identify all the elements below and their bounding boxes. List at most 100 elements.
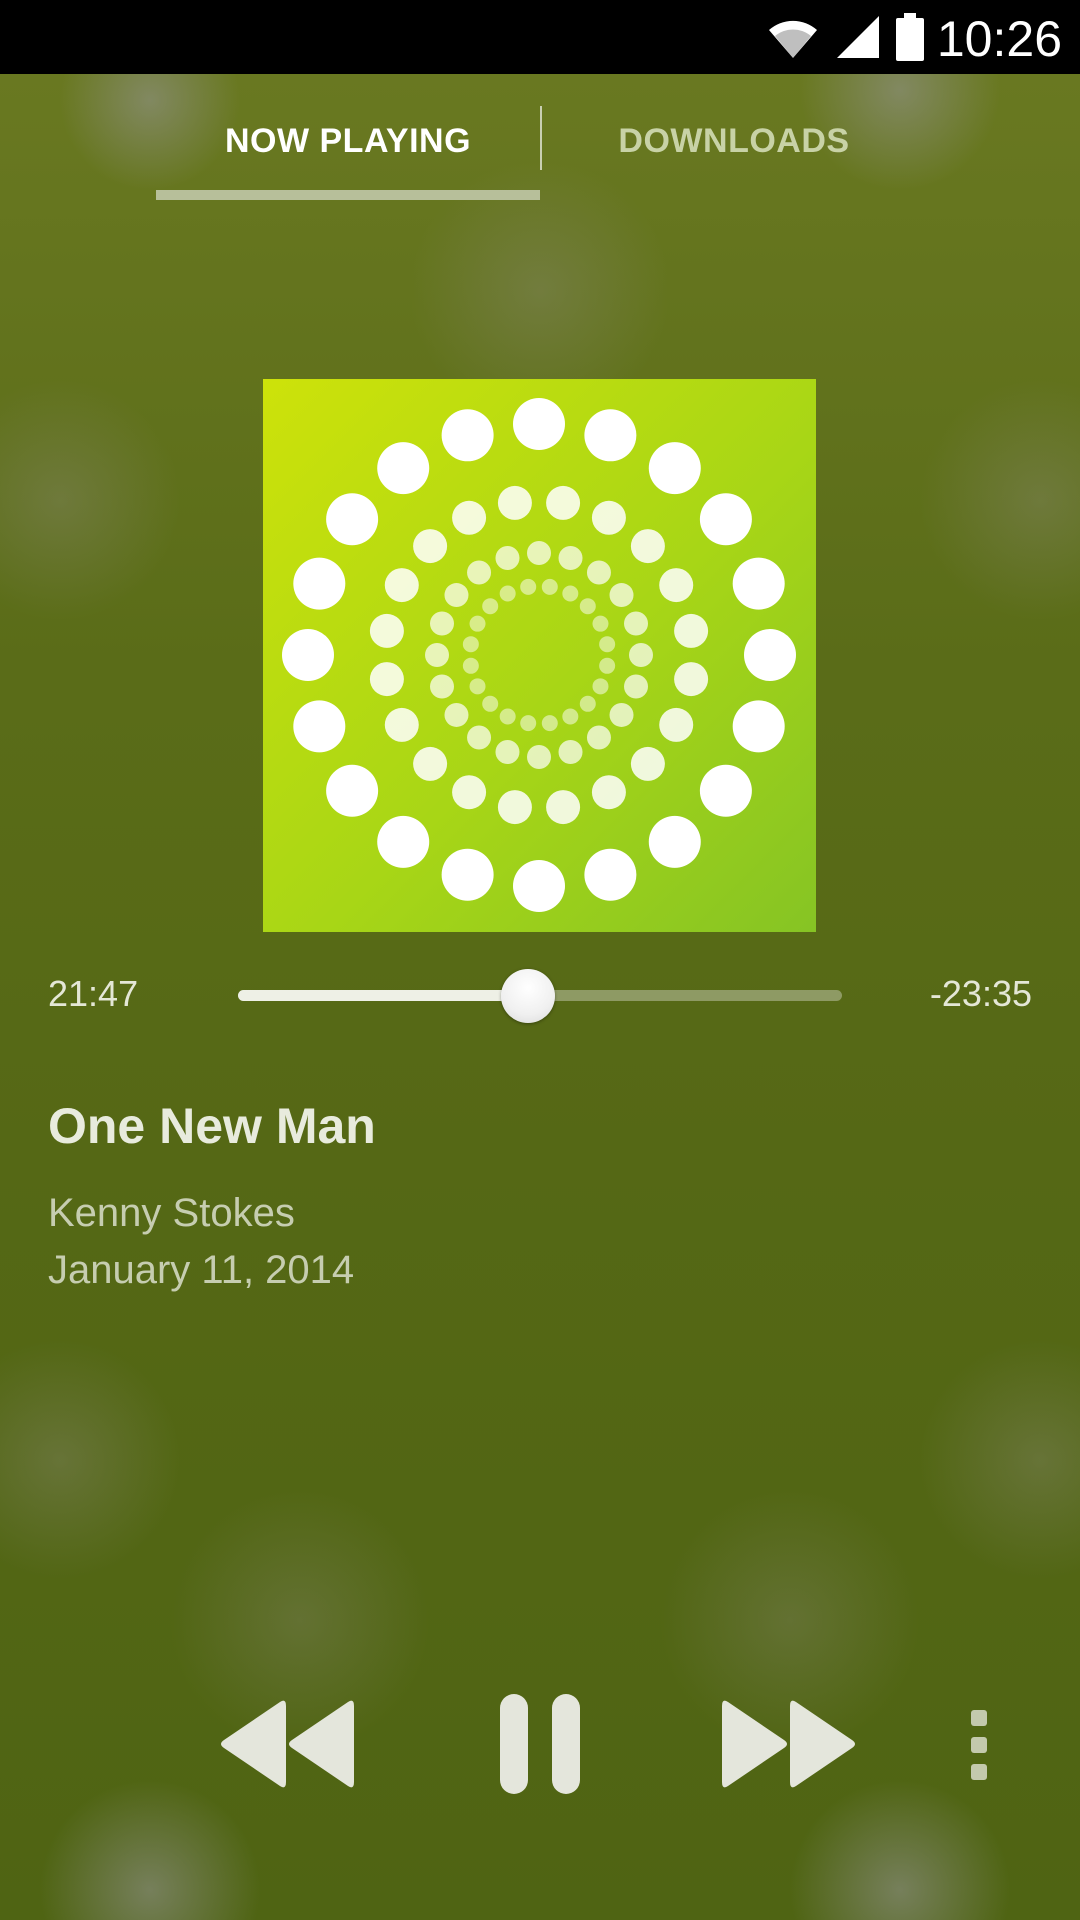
album-art-dot bbox=[495, 545, 520, 570]
album-art-dot bbox=[629, 643, 653, 667]
rewind-icon bbox=[221, 1700, 354, 1788]
cell-signal-icon bbox=[837, 16, 879, 58]
album-art-dot bbox=[384, 568, 419, 603]
album-art-dot bbox=[326, 764, 379, 817]
album-art-dot bbox=[624, 674, 649, 699]
album-art-dot bbox=[659, 707, 694, 742]
album-art-dot bbox=[541, 715, 558, 732]
album-art-dot bbox=[609, 583, 634, 608]
album-art-dot bbox=[744, 629, 796, 681]
album-art-dot bbox=[441, 848, 494, 901]
album-art-dot bbox=[732, 700, 785, 753]
status-icons bbox=[765, 12, 925, 62]
album-art-dot bbox=[541, 578, 558, 595]
album-art-dot bbox=[630, 746, 665, 781]
album-art-dot bbox=[699, 493, 752, 546]
status-time: 10:26 bbox=[936, 11, 1062, 67]
album-art-dot bbox=[648, 442, 701, 495]
status-bar: 10:26 bbox=[0, 0, 1080, 74]
album-art-dot bbox=[413, 746, 448, 781]
album-art-dot bbox=[586, 725, 611, 750]
album-art-dot bbox=[462, 657, 479, 674]
album-art-dot bbox=[467, 725, 492, 750]
album-art-dot bbox=[546, 790, 581, 825]
more-options-button[interactable] bbox=[964, 1708, 994, 1782]
album-art-dot bbox=[546, 485, 581, 520]
fast-forward-button[interactable] bbox=[722, 1696, 858, 1792]
album-art-dot bbox=[609, 702, 634, 727]
album-art-dot bbox=[413, 529, 448, 564]
album-art-dot bbox=[469, 615, 486, 632]
album-art-dot bbox=[444, 702, 469, 727]
album-art-dot bbox=[520, 715, 537, 732]
album-art-dot bbox=[377, 815, 430, 868]
album-art-dot bbox=[599, 636, 616, 653]
album-art-dot bbox=[369, 662, 404, 697]
track-date: January 11, 2014 bbox=[48, 1248, 355, 1292]
album-art-dot bbox=[659, 568, 694, 603]
album-art-dot bbox=[584, 848, 637, 901]
album-art-dot bbox=[497, 485, 532, 520]
album-art-dot bbox=[282, 629, 334, 681]
album-art-dot bbox=[495, 740, 520, 765]
blurred-background bbox=[0, 0, 1080, 1920]
fast-forward-icon bbox=[722, 1700, 855, 1788]
album-art-dot bbox=[562, 708, 579, 725]
album-art-dot bbox=[527, 541, 551, 565]
album-art-dot bbox=[452, 775, 487, 810]
album-art-dot bbox=[513, 398, 565, 450]
wifi-icon bbox=[769, 20, 817, 58]
album-art-dot bbox=[592, 615, 609, 632]
seek-bar-progress bbox=[238, 990, 528, 1001]
track-title: One New Man bbox=[48, 1098, 376, 1154]
tab-now-playing[interactable]: NOW PLAYING bbox=[156, 122, 540, 161]
album-art-dot bbox=[497, 790, 532, 825]
album-art-dot bbox=[579, 598, 596, 615]
album-art-dot bbox=[520, 578, 537, 595]
album-art-dot bbox=[429, 611, 454, 636]
album-art-dot bbox=[592, 678, 609, 695]
album-art-dot bbox=[648, 815, 701, 868]
album-art bbox=[263, 379, 816, 932]
album-art-dot bbox=[599, 657, 616, 674]
album-art-dot bbox=[630, 529, 665, 564]
album-art-dot bbox=[584, 409, 637, 462]
pause-icon bbox=[500, 1694, 580, 1794]
album-art-dot bbox=[452, 500, 487, 535]
album-art-dot bbox=[482, 695, 499, 712]
album-art-dot bbox=[558, 545, 583, 570]
album-art-dot bbox=[369, 613, 404, 648]
album-art-dot bbox=[586, 560, 611, 585]
album-art-dot bbox=[562, 585, 579, 602]
track-artist: Kenny Stokes bbox=[48, 1191, 295, 1235]
pause-button[interactable] bbox=[492, 1692, 588, 1796]
album-art-dots bbox=[282, 398, 796, 912]
album-art-dot bbox=[674, 662, 709, 697]
album-art-dot bbox=[326, 493, 379, 546]
album-art-dot bbox=[377, 442, 430, 495]
album-art-dot bbox=[591, 500, 626, 535]
album-art-dot bbox=[499, 585, 516, 602]
album-art-dot bbox=[482, 598, 499, 615]
rewind-button[interactable] bbox=[218, 1696, 354, 1792]
time-elapsed: 21:47 bbox=[48, 973, 139, 1014]
album-art-dot bbox=[384, 707, 419, 742]
album-art-dot bbox=[591, 775, 626, 810]
album-art-dot bbox=[293, 557, 346, 610]
seek-bar-thumb[interactable] bbox=[500, 969, 555, 1023]
album-art-dot bbox=[429, 674, 454, 699]
album-art-dot bbox=[513, 860, 565, 912]
album-art-dot bbox=[699, 764, 752, 817]
tab-active-indicator bbox=[156, 190, 540, 200]
album-art-dot bbox=[293, 700, 346, 753]
battery-icon bbox=[896, 13, 924, 61]
album-art-dot bbox=[425, 643, 449, 667]
tab-bar: NOW PLAYING DOWNLOADS bbox=[0, 74, 1080, 204]
time-remaining: -23:35 bbox=[929, 973, 1032, 1014]
more-vert-icon bbox=[971, 1710, 987, 1780]
tab-downloads[interactable]: DOWNLOADS bbox=[542, 122, 926, 161]
album-art-dot bbox=[624, 611, 649, 636]
album-art-dot bbox=[527, 745, 551, 769]
album-art-dot bbox=[441, 409, 494, 462]
album-art-dot bbox=[467, 560, 492, 585]
